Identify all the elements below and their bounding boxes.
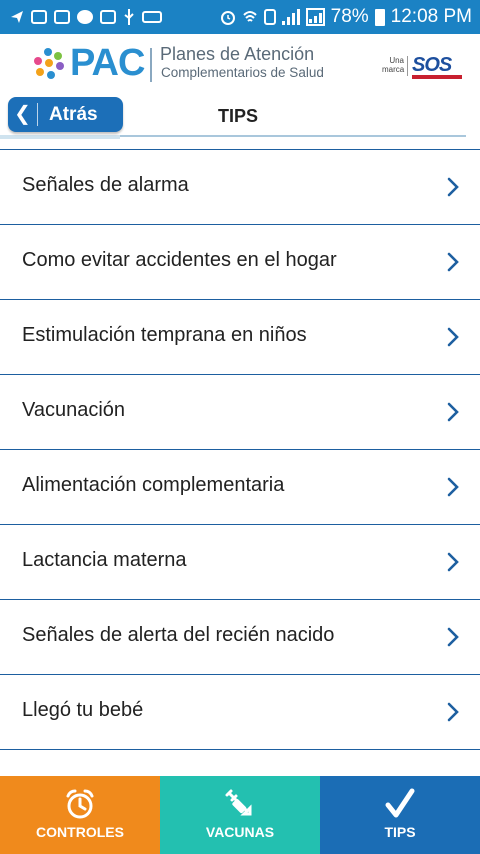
chevron-right-icon [447, 477, 459, 497]
mail-notification-icon [100, 10, 116, 24]
email-notification-icon [54, 10, 70, 24]
chevron-right-icon [447, 252, 459, 272]
chevron-right-icon [447, 327, 459, 347]
nav-bar: ❮ Atrás TIPS [0, 94, 480, 140]
nav-accent [0, 135, 120, 139]
list-item-label: Llegó tu bebé [22, 699, 144, 721]
chevron-right-icon [447, 627, 459, 647]
chevron-right-icon [447, 402, 459, 422]
app-header: PAC Planes de Atención Complementarios d… [0, 34, 480, 94]
page-title: TIPS [218, 106, 259, 126]
signal-icon [281, 9, 300, 25]
chevron-right-icon [447, 177, 459, 197]
signal-2-icon [305, 8, 325, 26]
battery-icon [374, 8, 385, 26]
chevron-left-icon: ❮ [8, 103, 38, 126]
list-item[interactable]: Como evitar accidentes en el hogar [0, 225, 480, 300]
pac-subtitle-1: Planes de Atención [160, 44, 315, 64]
list-item[interactable]: Estimulación temprana en niños [0, 300, 480, 375]
sos-logo: SOS [412, 54, 452, 76]
pac-subtitle-2: Complementarios de Salud [161, 65, 324, 80]
messenger-notification-icon [77, 10, 93, 24]
logo-divider [150, 48, 152, 82]
list-item-label: Vacunación [22, 399, 126, 421]
nav-divider [120, 135, 466, 137]
list-item-label: Como evitar accidentes en el hogar [22, 249, 337, 271]
chevron-right-icon [447, 552, 459, 572]
status-bar: 78% 12:08 PM [0, 0, 480, 34]
sos-logo-bar [412, 75, 462, 79]
tab-label: VACUNAS [205, 824, 275, 840]
list-item[interactable]: Vacunación [0, 375, 480, 450]
tab-controles[interactable]: CONTROLES [0, 776, 160, 854]
checkmark-icon [385, 788, 415, 818]
clock: 12:08 PM [390, 6, 472, 27]
bottom-tab-bar: CONTROLES VACUNAS TIPS [0, 776, 480, 854]
notification-icons [10, 9, 220, 25]
chevron-right-icon [447, 702, 459, 722]
back-button[interactable]: ❮ Atrás [8, 97, 123, 132]
pac-logo-dots-icon [34, 48, 68, 82]
brand-prefix: Una marca [382, 56, 405, 74]
usb-notification-icon [124, 9, 134, 25]
list-item-partial[interactable] [0, 750, 480, 776]
wifi-status-icon [242, 11, 257, 22]
tab-label: TIPS [384, 824, 416, 840]
list-item[interactable]: Lactancia materna [0, 525, 480, 600]
list-item-label: Señales de alerta del recién nacido [22, 624, 335, 646]
alarm-status-icon [220, 11, 235, 25]
tips-list: Señales de alarma Como evitar accidentes… [0, 140, 480, 776]
voicemail-notification-icon [142, 11, 162, 23]
list-item[interactable]: Alimentación complementaria [0, 450, 480, 525]
tab-tips[interactable]: TIPS [320, 776, 480, 854]
pac-logo: PAC [70, 42, 145, 84]
tab-label: CONTROLES [36, 824, 124, 840]
nfc-status-icon [263, 9, 276, 25]
list-item-label: Alimentación complementaria [22, 474, 285, 496]
brand-divider [407, 56, 408, 76]
list-item-label: Lactancia materna [22, 549, 187, 571]
send-notification-icon [11, 11, 23, 23]
tab-vacunas[interactable]: VACUNAS [160, 776, 320, 854]
gallery-notification-icon [31, 10, 47, 24]
back-button-label: Atrás [49, 103, 98, 125]
alarm-clock-icon [66, 789, 94, 819]
list-item[interactable]: Llegó tu bebé [0, 675, 480, 750]
syringe-icon [225, 789, 252, 816]
battery-percentage: 78% [330, 6, 369, 27]
list-item-label: Señales de alarma [22, 174, 189, 196]
list-top-divider [0, 140, 480, 150]
list-item-label: Estimulación temprana en niños [22, 324, 307, 346]
list-item[interactable]: Señales de alarma [0, 150, 480, 225]
list-item[interactable]: Señales de alerta del recién nacido [0, 600, 480, 675]
